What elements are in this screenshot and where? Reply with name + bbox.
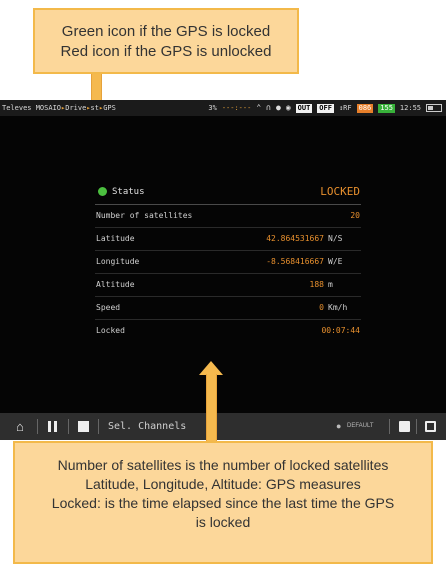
signal-b-badge: 155 [378, 103, 395, 113]
breadcrumb: Televes MOSAIO▸Drive▸st▸GPS [2, 100, 116, 116]
callout-line: Green icon if the GPS is locked [61, 23, 271, 40]
bottom-toolbar: ⌂ Sel. Channels ● DEFAULT [0, 413, 446, 440]
toolbar-divider [98, 419, 99, 434]
callout-gps-fields-note: Number of satellites is the number of lo… [13, 441, 433, 564]
device-screen: Televes MOSAIO▸Drive▸st▸GPS 3% ---:--- ⌃… [0, 100, 446, 440]
arrow-up-head [199, 361, 223, 375]
toolbar-divider [68, 419, 69, 434]
row-label: Longitude [96, 257, 140, 266]
gps-data-panel: Status LOCKED Number of satellites 20 La… [95, 180, 361, 342]
row-value: 20 [350, 211, 360, 220]
callout-line: Locked: is the time elapsed since the la… [51, 495, 395, 511]
table-row: Locked 00:07:44 [95, 320, 361, 342]
breadcrumb-tail[interactable]: st [91, 104, 99, 112]
row-label: Latitude [96, 234, 135, 243]
row-label: Speed [96, 303, 121, 312]
row-value: 0 [319, 303, 324, 312]
row-unit: m [328, 280, 333, 289]
row-label: Locked [96, 326, 125, 335]
row-value: -8.568416667 [266, 257, 324, 266]
toolbar-divider [37, 419, 38, 434]
battery-percent: 3% [208, 104, 217, 112]
clock: 12:55 [399, 104, 421, 112]
table-row: Speed 0 Km/h [95, 297, 361, 320]
stop-icon[interactable] [78, 421, 89, 432]
row-label: Number of satellites [96, 211, 193, 220]
user-icon: ● [336, 421, 342, 431]
status-indicators: 3% ---:--- ⌃ ∩ ● ◉ OUT OFF ↕RF 086 155 1… [208, 100, 442, 116]
table-row: Altitude 188 m [95, 274, 361, 297]
status-value: LOCKED [320, 185, 360, 198]
dashes-readout: ---:--- [221, 104, 252, 112]
wifi-icon: ◉ [285, 103, 291, 112]
callout-line: Number of satellites is the number of lo… [57, 457, 389, 473]
antenna-icon: ⌃ [256, 103, 262, 112]
gps-status-row: Status LOCKED [95, 180, 361, 205]
battery-icon [426, 104, 442, 112]
row-value: 00:07:44 [321, 326, 360, 335]
sel-channels-button[interactable]: Sel. Channels [108, 413, 186, 440]
row-unit: W/E [328, 257, 343, 266]
toolbar-divider [389, 419, 390, 434]
callout-gps-icon-note: Green icon if the GPS is locked Red icon… [33, 8, 299, 74]
brand-label: Televes MOSAIO [2, 104, 62, 112]
breadcrumb-drive[interactable]: Drive [65, 104, 86, 112]
status-label: Status [112, 187, 145, 197]
status-bar: Televes MOSAIO▸Drive▸st▸GPS 3% ---:--- ⌃… [0, 100, 446, 116]
table-row: Number of satellites 20 [95, 205, 361, 228]
table-row: Longitude -8.568416667 W/E [95, 251, 361, 274]
breadcrumb-gps: GPS [103, 104, 116, 112]
off-badge: OFF [317, 103, 334, 113]
callout-line: Red icon if the GPS is unlocked [60, 43, 272, 60]
row-value: 42.864531667 [266, 234, 324, 243]
pause-icon[interactable] [47, 421, 58, 432]
open-icon[interactable] [425, 421, 436, 432]
signal-a-badge: 086 [356, 103, 374, 113]
headphones-icon: ∩ [266, 103, 271, 112]
rf-label: ↕RF [338, 104, 352, 112]
table-row: Latitude 42.864531667 N/S [95, 228, 361, 251]
save-icon[interactable] [399, 421, 410, 432]
toolbar-divider [416, 419, 417, 434]
home-icon[interactable]: ⌂ [16, 413, 24, 440]
default-label[interactable]: DEFAULT [347, 413, 374, 440]
out-badge: OUT [295, 103, 313, 113]
status-ok-icon [98, 187, 107, 196]
location-pin-icon: ● [275, 103, 281, 112]
row-label: Altitude [96, 280, 135, 289]
callout-line: is locked [195, 514, 251, 530]
callout-line: Latitude, Longitude, Altitude: GPS measu… [85, 476, 361, 492]
row-value: 188 [309, 280, 324, 289]
arrow-up [206, 374, 217, 442]
row-unit: N/S [328, 234, 343, 243]
row-unit: Km/h [328, 303, 348, 312]
